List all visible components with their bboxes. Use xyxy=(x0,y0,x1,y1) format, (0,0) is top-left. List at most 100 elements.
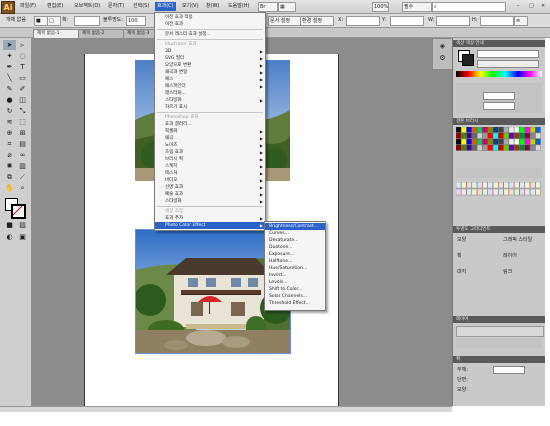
swatch-cell[interactable] xyxy=(456,127,462,133)
swatch-cell[interactable] xyxy=(519,144,525,151)
swatch-cell[interactable] xyxy=(482,127,488,133)
swatch-cell[interactable] xyxy=(508,182,515,189)
swatch-cell[interactable] xyxy=(503,144,509,151)
swatch-cell[interactable] xyxy=(477,132,483,139)
swatch-cell[interactable] xyxy=(477,188,483,196)
swatch-cell[interactable] xyxy=(492,132,499,139)
swatch-cell[interactable] xyxy=(466,182,472,189)
prefs-button[interactable]: 환경 설정 xyxy=(300,16,334,26)
swatch-cell[interactable] xyxy=(508,188,515,196)
menu-item-effect-gallery[interactable]: 효과 갤러리... xyxy=(155,121,265,128)
color-guide-tab[interactable]: 색상 안내 xyxy=(466,41,484,46)
submenu-item-exposure[interactable]: Exposure... xyxy=(265,251,319,258)
tab-document-2[interactable]: 제목 없음-2 xyxy=(78,29,126,38)
layers-panel-label[interactable]: 레이어 xyxy=(503,252,517,259)
swatch-cell[interactable] xyxy=(487,127,493,133)
w-field[interactable] xyxy=(436,16,470,26)
swatch-cell[interactable] xyxy=(535,132,541,139)
swatch-cell[interactable] xyxy=(503,132,509,139)
swatch-cell[interactable] xyxy=(514,182,520,189)
menu-item-svg-filters[interactable]: SVG 필터 ▶ xyxy=(155,55,265,62)
layer-row[interactable] xyxy=(456,326,544,337)
warp-tool-icon[interactable]: ≋ xyxy=(3,117,16,127)
swatch-cell[interactable] xyxy=(482,188,488,196)
menu-item-stylize-ps[interactable]: 스타일화 ▶ xyxy=(155,198,265,205)
swatch-cell[interactable] xyxy=(524,132,531,139)
swatch-cell[interactable] xyxy=(471,188,478,196)
swatch-cell[interactable] xyxy=(456,132,462,139)
tab-document-1[interactable]: 제목 없음-1 xyxy=(33,29,81,38)
gradient-tool-icon[interactable]: ▤ xyxy=(16,139,29,149)
slice-tool-icon[interactable]: ⟋ xyxy=(16,172,29,182)
menu-item-crop-marks[interactable]: 자르기 표시 xyxy=(155,104,265,111)
swatch-cell[interactable] xyxy=(498,127,504,133)
menu-item-brush-strokes[interactable]: 브러시 획 ▶ xyxy=(155,156,265,163)
graph-tool-icon[interactable]: ▥ xyxy=(16,161,29,171)
submenu-item-curves[interactable]: Curves... xyxy=(265,230,319,237)
swatch-cell[interactable] xyxy=(514,188,520,196)
swatch-cell[interactable] xyxy=(519,188,525,196)
y-field[interactable] xyxy=(390,16,424,26)
graphic-style-label[interactable]: 그래픽 스타일 xyxy=(503,236,532,243)
menu-item-pixelate[interactable]: 픽셀화 ▶ xyxy=(155,128,265,135)
line-tool-icon[interactable]: ╲ xyxy=(3,73,16,83)
menu-view[interactable]: 보기(V) xyxy=(180,2,201,11)
color-mode-icon[interactable]: ■ xyxy=(3,220,16,230)
scale-tool-icon[interactable]: ⤡ xyxy=(16,106,29,116)
swatch-cell[interactable] xyxy=(524,138,531,145)
links-panel-label[interactable]: 링크 xyxy=(503,268,512,275)
swatch-cell[interactable] xyxy=(514,132,520,139)
gradient-mode-icon[interactable]: ▨ xyxy=(16,220,29,230)
swatch-cell[interactable] xyxy=(471,144,478,151)
swatch-cell[interactable] xyxy=(492,182,499,189)
stroke-weight-input[interactable] xyxy=(493,366,525,374)
swatch-cell[interactable] xyxy=(461,182,467,189)
stroke-weight-field[interactable] xyxy=(74,16,100,26)
color-stroke-swatch[interactable] xyxy=(462,54,474,66)
submenu-item-desaturate[interactable]: Desaturate... xyxy=(265,237,319,244)
swatch-cell[interactable] xyxy=(466,127,472,133)
menu-type[interactable]: 문자(T) xyxy=(106,2,126,11)
free-transform-tool-icon[interactable]: ⬚ xyxy=(16,117,29,127)
swatch-cell[interactable] xyxy=(461,138,467,145)
submenu-item-hue-saturation[interactable]: Hue/Saturation... xyxy=(265,265,319,272)
stroke-swatch[interactable]: □ xyxy=(47,16,61,26)
swatch-cell[interactable] xyxy=(466,132,472,139)
menu-item-artistic[interactable]: 예술 효과 ▶ xyxy=(155,191,265,198)
swatch-cell[interactable] xyxy=(492,127,499,133)
swatch-cell[interactable] xyxy=(487,144,493,151)
arrange-docs-button[interactable]: ▦ xyxy=(278,2,296,12)
screen-mode-icon[interactable]: ▣ xyxy=(16,232,29,242)
swatch-cell[interactable] xyxy=(498,188,504,196)
swatch-cell[interactable] xyxy=(519,138,525,145)
swatch-cell[interactable] xyxy=(498,144,504,151)
menu-item-texture[interactable]: 텍스처 ▶ xyxy=(155,170,265,177)
swatch-cell[interactable] xyxy=(503,127,509,133)
hand-tool-icon[interactable]: ✋ xyxy=(3,183,16,193)
menu-help[interactable]: 도움말(H) xyxy=(226,2,251,11)
fill-swatch[interactable]: ■ xyxy=(34,16,48,26)
pen-tool-icon[interactable]: ✒ xyxy=(3,62,16,72)
swatch-cell[interactable] xyxy=(471,138,478,145)
perspective-grid-tool-icon[interactable]: ⊞ xyxy=(16,128,29,138)
menu-object[interactable]: 오브젝트(O) xyxy=(72,2,102,11)
brushes-tab[interactable]: 브러시 xyxy=(466,119,478,124)
menu-item-convert-to-shape[interactable]: 모양으로 변환 ▶ xyxy=(155,62,265,69)
search-input[interactable]: ⌕ xyxy=(432,2,506,12)
swatch-cell[interactable] xyxy=(461,132,467,139)
swatch-cell[interactable] xyxy=(530,138,536,145)
swatch-cell[interactable] xyxy=(487,132,493,139)
menu-effect[interactable]: 효과(C) xyxy=(155,2,176,11)
lasso-tool-icon[interactable]: ◌ xyxy=(16,51,29,61)
swatch-cell[interactable] xyxy=(487,182,493,189)
swatch-cell[interactable] xyxy=(492,188,499,196)
swatch-cell[interactable] xyxy=(535,138,541,145)
selection-tool-icon[interactable]: ➤ xyxy=(3,40,16,50)
menu-item-video[interactable]: 비디오 ▶ xyxy=(155,177,265,184)
maximize-button[interactable]: □ xyxy=(527,2,536,11)
swatch-cell[interactable] xyxy=(456,144,462,151)
swatch-cell[interactable] xyxy=(471,182,478,189)
swatch-cell[interactable] xyxy=(535,127,541,133)
swatch-cell[interactable] xyxy=(466,138,472,145)
swatch-cell[interactable] xyxy=(477,182,483,189)
